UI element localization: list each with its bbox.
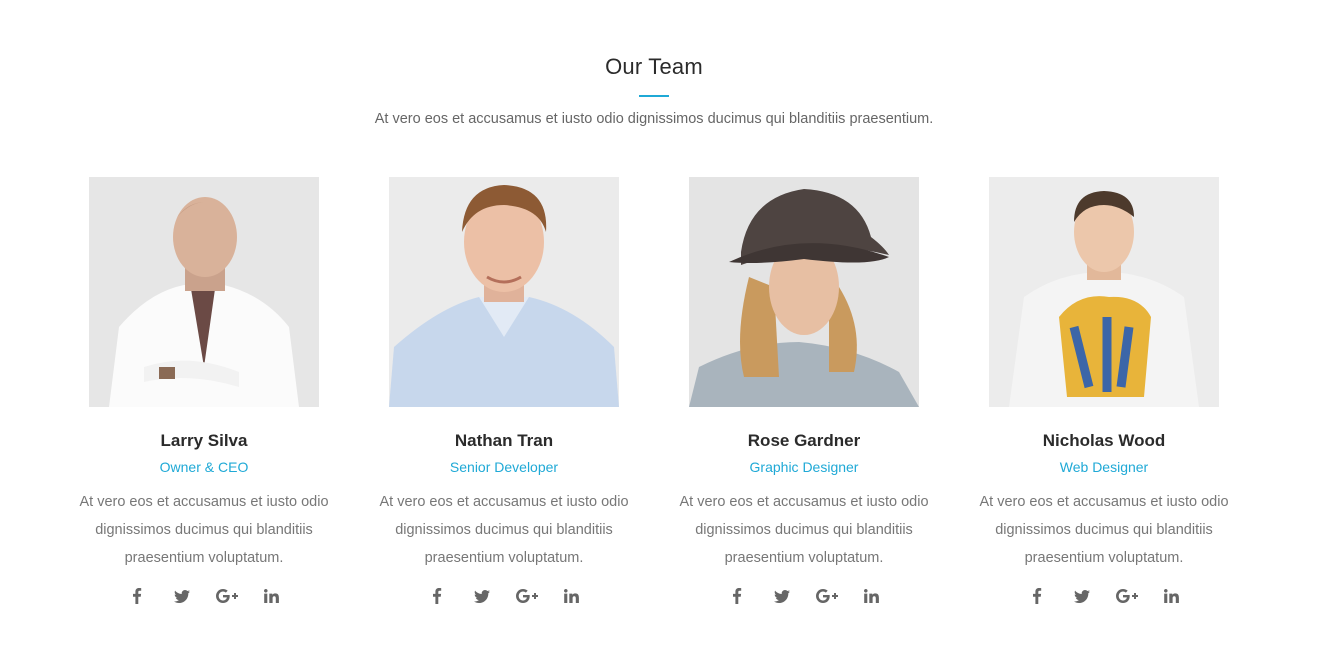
member-role: Owner & CEO (159, 459, 249, 475)
team-member-card: Larry Silva Owner & CEO At vero eos et a… (74, 177, 334, 606)
twitter-icon[interactable] (169, 586, 194, 606)
title-divider (639, 95, 669, 97)
member-bio: At vero eos et accusamus et iusto odio d… (79, 494, 329, 566)
team-member-card: Nathan Tran Senior Developer At vero eos… (374, 177, 634, 606)
facebook-icon[interactable] (424, 586, 449, 606)
google-plus-icon[interactable] (1114, 586, 1139, 606)
social-links (674, 586, 934, 606)
linkedin-icon[interactable] (1159, 586, 1184, 606)
member-photo (89, 177, 319, 407)
member-role: Senior Developer (449, 459, 559, 475)
member-bio: At vero eos et accusamus et iusto odio d… (979, 494, 1229, 566)
member-bio: At vero eos et accusamus et iusto odio d… (679, 494, 929, 566)
twitter-icon[interactable] (1069, 586, 1094, 606)
facebook-icon[interactable] (724, 586, 749, 606)
social-links (74, 586, 334, 606)
team-member-card: Nicholas Wood Web Designer At vero eos e… (974, 177, 1234, 606)
team-section: Our Team At vero eos et accusamus et ius… (0, 0, 1320, 667)
linkedin-icon[interactable] (559, 586, 584, 606)
linkedin-icon[interactable] (259, 586, 284, 606)
member-name: Rose Gardner (747, 431, 861, 450)
member-photo (689, 177, 919, 407)
member-photo (989, 177, 1219, 407)
section-title: Our Team (605, 54, 703, 79)
google-plus-icon[interactable] (514, 586, 539, 606)
member-role: Graphic Designer (749, 459, 859, 475)
member-bio: At vero eos et accusamus et iusto odio d… (379, 494, 629, 566)
member-name: Nathan Tran (454, 431, 554, 450)
twitter-icon[interactable] (469, 586, 494, 606)
member-role: Web Designer (1059, 459, 1149, 475)
section-subtitle: At vero eos et accusamus et iusto odio d… (374, 111, 934, 127)
facebook-icon[interactable] (124, 586, 149, 606)
social-links (974, 586, 1234, 606)
member-photo (389, 177, 619, 407)
linkedin-icon[interactable] (859, 586, 884, 606)
member-name: Larry Silva (160, 431, 248, 450)
google-plus-icon[interactable] (214, 586, 239, 606)
social-links (374, 586, 634, 606)
twitter-icon[interactable] (769, 586, 794, 606)
facebook-icon[interactable] (1024, 586, 1049, 606)
member-name: Nicholas Wood (1042, 431, 1166, 450)
google-plus-icon[interactable] (814, 586, 839, 606)
team-member-card: Rose Gardner Graphic Designer At vero eo… (674, 177, 934, 606)
